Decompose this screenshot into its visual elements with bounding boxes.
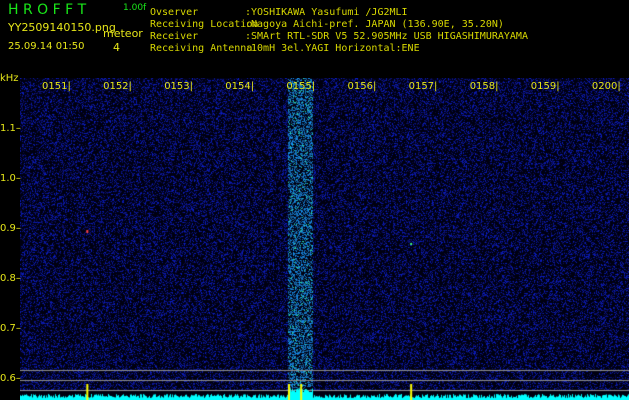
y-tick-label: 0.6– [0, 373, 21, 384]
info-label: Ovserver [150, 7, 199, 18]
x-tick-label: 0156| [347, 81, 377, 92]
meteor-count: 4 [113, 41, 120, 54]
x-tick-label: 0154| [225, 81, 255, 92]
x-tick-label: 0157| [408, 81, 438, 92]
datetime: 25.09.14 01:50 [8, 41, 85, 52]
x-tick-label: 0200| [591, 81, 621, 92]
x-tick-label: 0155| [286, 81, 316, 92]
y-tick-label: 0.7– [0, 323, 21, 334]
info-label: Receiving Location [150, 19, 259, 30]
x-tick-label: 0151| [42, 81, 71, 92]
version: 1.00f [123, 3, 147, 13]
y-tick-label: 1.1– [0, 123, 21, 134]
info-value: :10mH 3el.YAGI Horizontal:ENE [245, 43, 420, 54]
meteor-label: meteor [103, 27, 143, 40]
x-tick-label: 0159| [530, 81, 560, 92]
filename: YY2509140150.png [8, 21, 116, 34]
info-label: Receiver [150, 31, 199, 42]
info-value: :YOSHIKAWA Yasufumi /JG2MLI [245, 7, 408, 18]
x-tick-label: 0158| [469, 81, 499, 92]
y-tick-label: 0.9– [0, 223, 21, 234]
spectrogram-heatmap [20, 78, 629, 400]
x-tick-label: 0152| [103, 81, 132, 92]
info-value: :Nagoya Aichi-pref. JAPAN (136.90E, 35.2… [245, 19, 504, 30]
info-value: :SMArt RTL-SDR V5 52.905MHz USB HIGASHIM… [245, 31, 528, 42]
info-label: Receiving Antenna [150, 43, 253, 54]
y-tick-label: 1.0– [0, 173, 21, 184]
y-axis-unit: kHz [0, 73, 19, 84]
app-title: H R O F F T [8, 2, 87, 18]
y-tick-label: 0.8– [0, 273, 21, 284]
x-tick-label: 0153| [164, 81, 194, 92]
